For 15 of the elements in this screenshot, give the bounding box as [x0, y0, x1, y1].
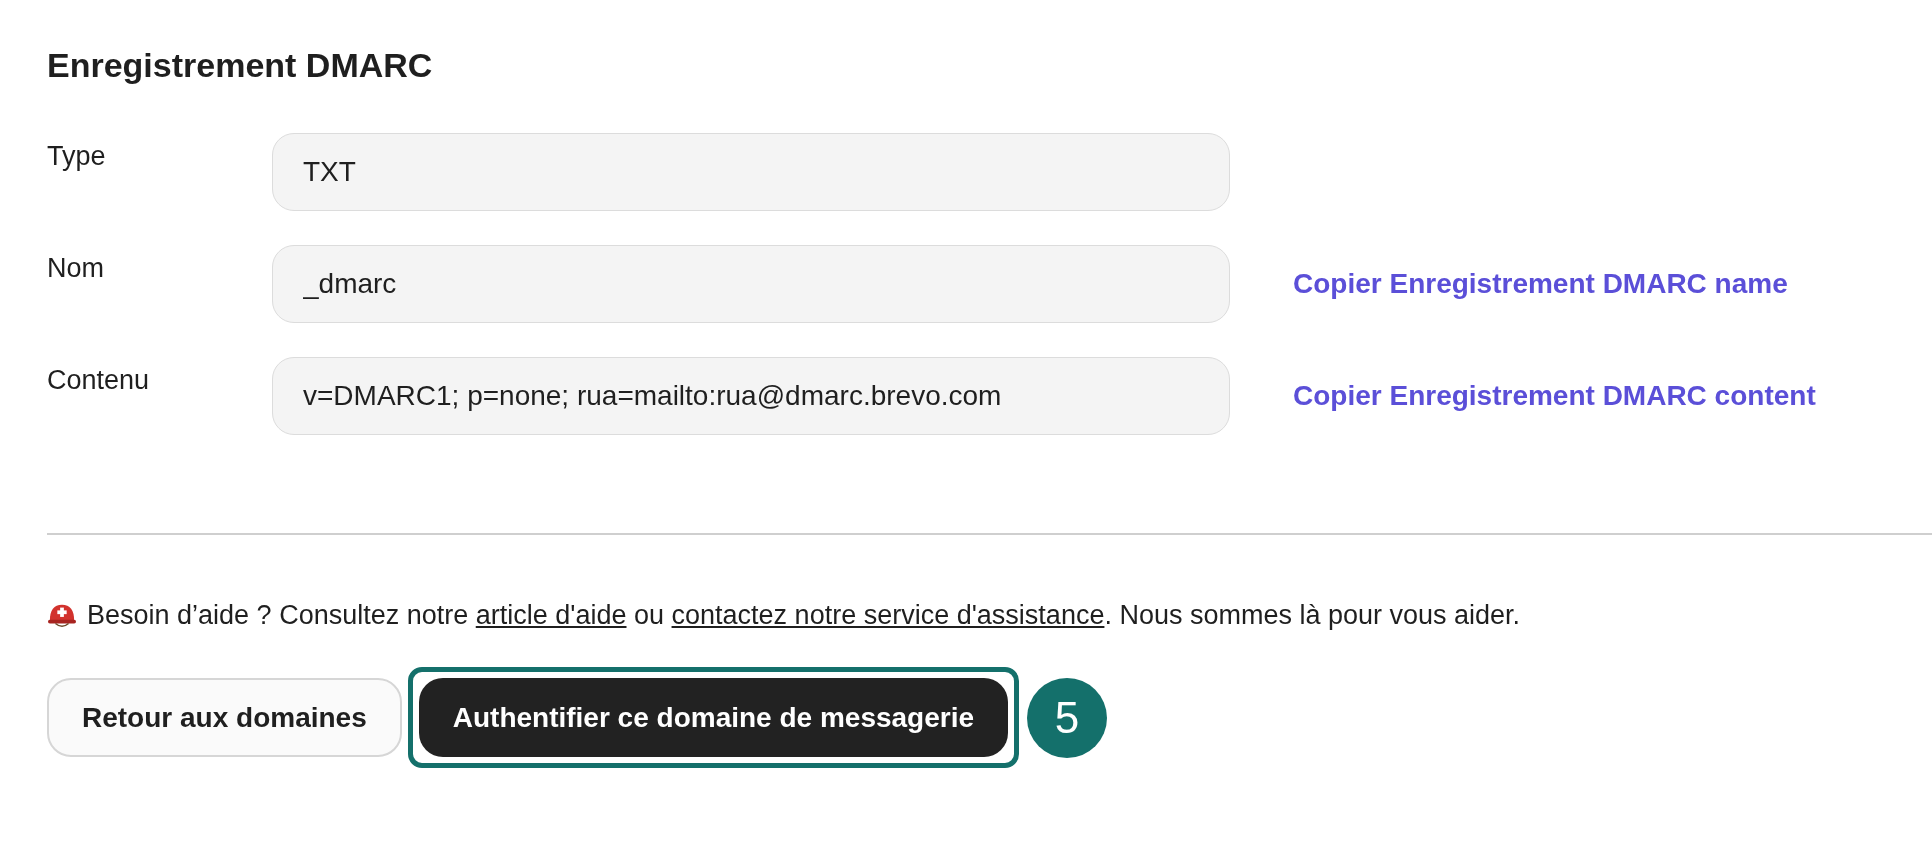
help-text: Besoin d’aide ? Consultez notre article d'aide ou contactez notre service d'assistance. Nous sommes là pour vous aider.	[87, 600, 1521, 631]
support-link[interactable]: contactez notre service d'assistance	[671, 600, 1105, 630]
field-label: Nom	[47, 252, 105, 284]
copy-link[interactable]: Copier Enregistrement DMARC name	[1293, 268, 1788, 300]
copy-link[interactable]: Copier Enregistrement DMARC content	[1293, 380, 1816, 412]
help-article-link[interactable]: article d'aide	[475, 600, 627, 630]
authenticate-button[interactable]: Authentifier ce domaine de messagerie	[418, 678, 1008, 757]
field-label: Contenu	[47, 364, 151, 396]
input-field[interactable]: _dmarc	[272, 245, 1230, 323]
step-badge: 5	[1027, 677, 1107, 758]
input-field[interactable]: TXT	[272, 133, 1230, 211]
section-title: Enregistrement DMARC	[47, 46, 434, 85]
back-button[interactable]: Retour aux domaines	[47, 678, 402, 757]
field-label: Type	[47, 140, 107, 172]
input-field[interactable]: v=DMARC1; p=none; rua=mailto:rua@dmarc.brevo.com	[272, 357, 1230, 435]
